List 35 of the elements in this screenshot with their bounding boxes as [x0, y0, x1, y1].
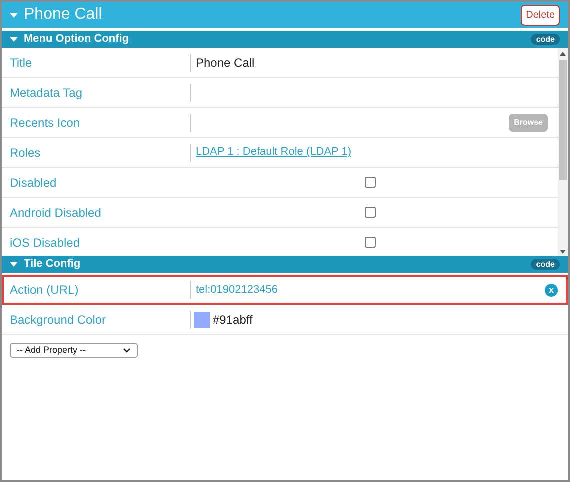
- checkbox[interactable]: [364, 237, 376, 248]
- chevron-down-icon: [123, 348, 131, 353]
- property-label: Title: [10, 54, 34, 72]
- scroll-up-icon[interactable]: [560, 52, 566, 56]
- section-header[interactable]: Menu Option Config code: [2, 31, 568, 48]
- property-label: Android Disabled: [10, 204, 102, 222]
- scroll-down-icon[interactable]: [560, 250, 566, 254]
- caret-down-icon: [10, 262, 18, 267]
- property-label: Recents Icon: [10, 114, 82, 132]
- property-label: iOS Disabled: [10, 234, 82, 252]
- caret-down-icon: [10, 37, 18, 42]
- scrollbar[interactable]: [558, 48, 568, 256]
- scrollbar-thumb[interactable]: [559, 60, 567, 180]
- window-title: Phone Call: [24, 5, 104, 25]
- property-label: Action (URL): [10, 282, 80, 299]
- section-title: Tile Config: [24, 257, 82, 272]
- role-link[interactable]: LDAP 1 : Default Role (LDAP 1): [196, 144, 352, 161]
- color-value: #91abff: [213, 312, 253, 328]
- checkbox[interactable]: [364, 177, 376, 188]
- field-value: Phone Call: [196, 54, 255, 72]
- caret-down-icon: [10, 12, 18, 18]
- add-property-select[interactable]: -- Add Property --: [10, 343, 138, 358]
- color-swatch[interactable]: [194, 312, 210, 328]
- section-header[interactable]: Tile Config code: [2, 256, 568, 273]
- section-title: Menu Option Config: [24, 32, 130, 48]
- checkbox[interactable]: [364, 207, 376, 218]
- property-label: Background Color: [10, 312, 108, 328]
- code-badge[interactable]: code: [531, 259, 560, 270]
- delete-button[interactable]: Delete: [521, 4, 560, 26]
- property-label: Metadata Tag: [10, 84, 84, 102]
- property-label: Roles: [10, 144, 42, 162]
- url-value: tel:01902123456: [196, 282, 279, 298]
- clear-button[interactable]: x: [545, 284, 558, 296]
- code-badge[interactable]: code: [531, 34, 560, 45]
- property-label: Disabled: [10, 174, 58, 192]
